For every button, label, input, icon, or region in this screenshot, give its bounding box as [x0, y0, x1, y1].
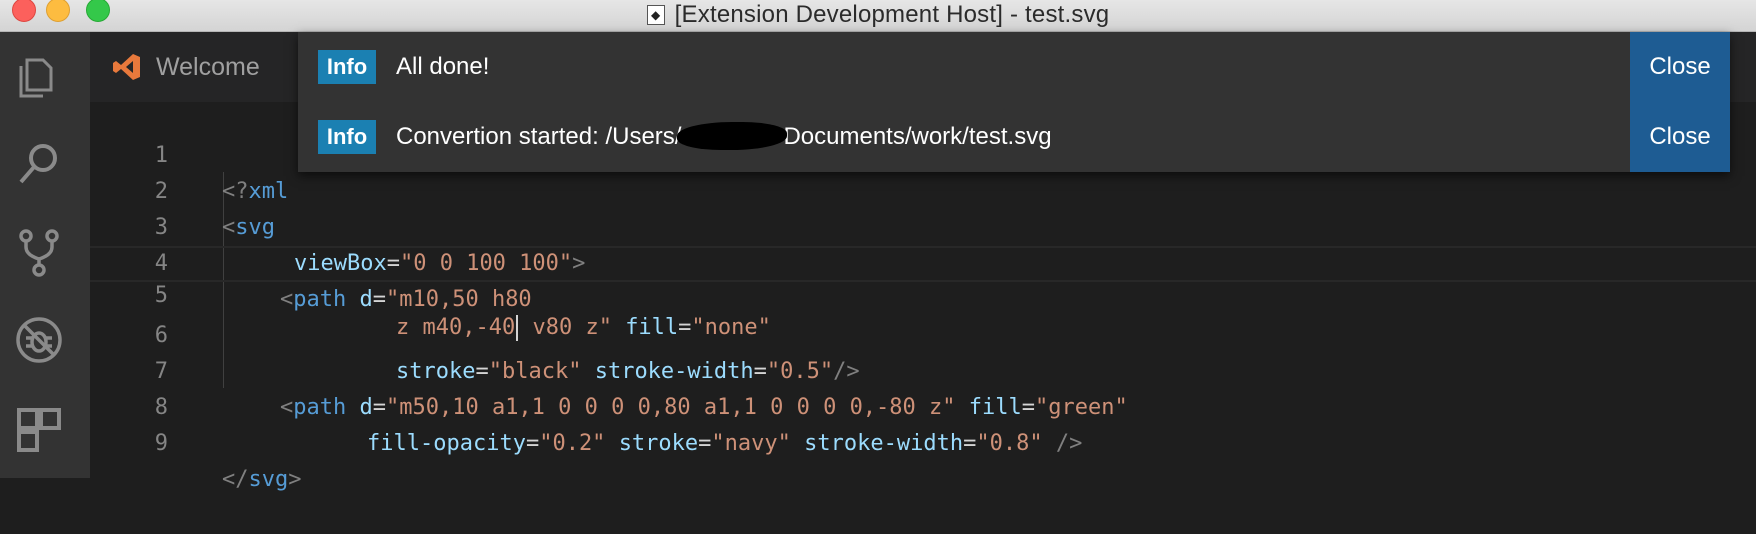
notification-item: Info All done! Close	[298, 32, 1730, 102]
vscode-logo-icon	[113, 54, 140, 80]
title-bar: ◆ [Extension Development Host] - test.sv…	[0, 0, 1756, 32]
token-operator: =	[963, 431, 977, 456]
notification-message: Convertion started: /Users/Documents/wor…	[396, 102, 1052, 172]
notification-close-button[interactable]: Close	[1630, 32, 1730, 102]
notification-item: Info Convertion started: /Users/Document…	[298, 102, 1730, 172]
code-line: 6 stroke="black" stroke-width="0.5"/>	[90, 282, 1756, 384]
message-prefix: Convertion started: /Users/	[396, 123, 682, 150]
token-attribute: stroke-width	[804, 431, 964, 456]
debug-icon[interactable]	[13, 314, 65, 366]
source-control-icon[interactable]	[13, 226, 65, 278]
code-line: 8 fill-opacity="0.2" stroke="navy" strok…	[90, 354, 1756, 456]
line-number: 9	[154, 431, 168, 456]
info-badge: Info	[318, 120, 376, 154]
tab-welcome[interactable]: Welcome	[90, 32, 290, 102]
redaction-mark	[677, 121, 788, 150]
token-string: "navy"	[711, 431, 791, 456]
notification-close-button[interactable]: Close	[1630, 102, 1730, 172]
token-punctuation: </	[222, 467, 249, 492]
token-tag: svg	[248, 467, 289, 492]
info-badge: Info	[318, 50, 376, 84]
token-string: "0.8"	[976, 431, 1043, 456]
files-icon[interactable]	[13, 50, 65, 102]
inkscape-file-icon: ◆	[646, 5, 665, 25]
message-suffix: Documents/work/test.svg	[783, 123, 1052, 150]
code-line-current: 5 z m40,-40 v80 z" fill="none"	[90, 246, 1756, 341]
notification-panel: Info All done! Close Info Convertion sta…	[298, 32, 1730, 172]
activity-bar	[0, 32, 90, 478]
token-attribute: stroke	[618, 431, 699, 456]
search-icon[interactable]	[13, 138, 65, 190]
token-operator: =	[698, 431, 712, 456]
token-attribute: fill-opacity	[367, 431, 526, 456]
code-line: 3 viewBox="0 0 100 100">	[90, 174, 1756, 276]
line-content: fill-opacity="0.2" stroke="navy" stroke-…	[367, 426, 1082, 462]
token-punctuation: >	[288, 467, 302, 492]
token-punctuation: />	[1055, 431, 1083, 456]
window-title: [Extension Development Host] - test.svg	[674, 1, 1110, 28]
tab-label: Welcome	[156, 52, 260, 81]
token-operator: =	[525, 431, 540, 456]
line-content: </svg>	[222, 462, 302, 498]
code-line: 7 <path d="m50,10 a1,1 0 0 0 0,80 a1,1 0…	[90, 318, 1756, 420]
code-line: 4 <path d="m10,50 h80	[90, 210, 1756, 312]
notification-message: All done!	[396, 53, 490, 80]
code-line: 9 </svg>	[90, 390, 1756, 492]
extensions-icon[interactable]	[13, 402, 65, 454]
token-string: "0.2"	[539, 431, 606, 456]
window-title-area: ◆ [Extension Development Host] - test.sv…	[0, 0, 1756, 30]
